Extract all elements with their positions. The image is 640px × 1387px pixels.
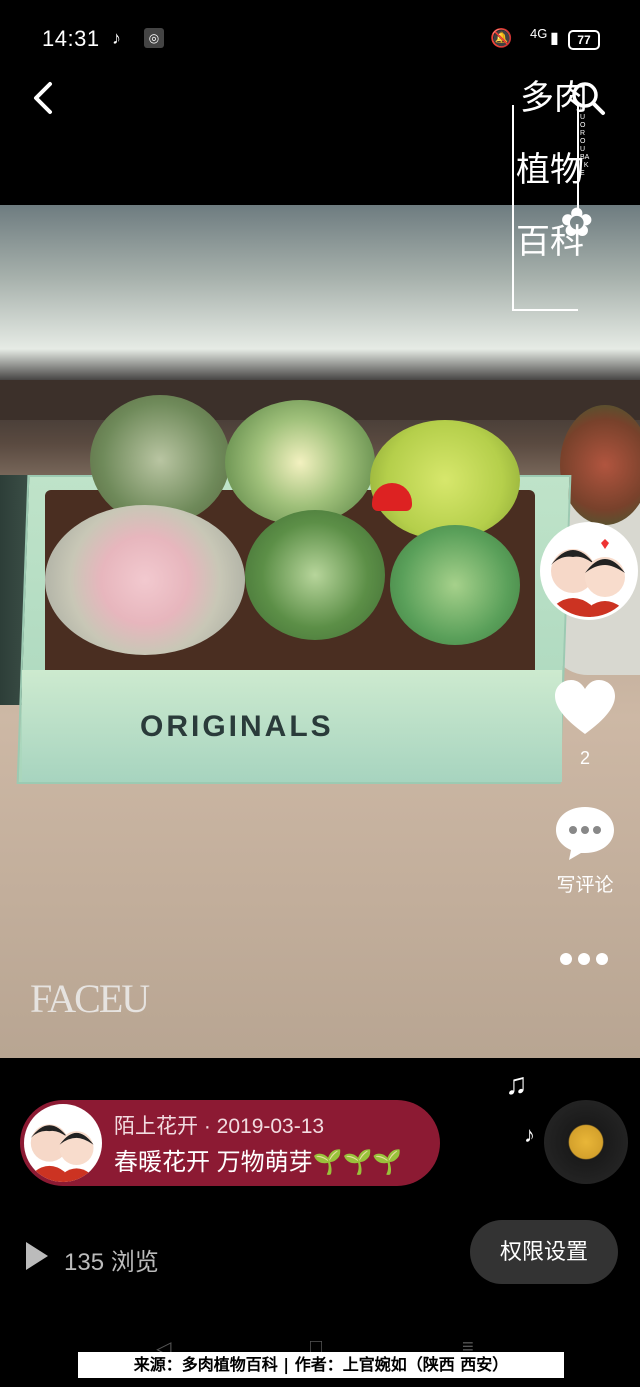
succulent-pink [45,505,245,655]
comment-bubble-icon [556,807,614,860]
music-note-icon: ♫ [505,1068,528,1101]
logo-pinyin: DUO ROU BAI KE [580,106,590,177]
author-avatar[interactable] [540,522,638,620]
battery-indicator: 77 [568,30,600,50]
logo-line-2: 植物 [516,150,584,190]
heart-icon [555,680,615,734]
succulent-yellow [370,420,520,540]
status-time: 14:31 [42,26,100,51]
faceu-watermark: FACEU [30,976,150,1021]
like-count: 2 [579,748,590,768]
signal-icon: ▮ [550,30,559,47]
source-caption: 来源：多肉植物百科 | 作者：上官婉如（陕西 西安） [78,1352,564,1378]
chevron-left-icon [34,82,52,114]
app-notification-icon: ◎ [144,28,164,48]
succulent [225,400,375,525]
more-options-button[interactable] [558,948,610,968]
post-photo[interactable]: ORIGINALS FACEU [0,205,640,1058]
mute-icon: 🔕 [490,28,513,48]
flower-icon: ✿ [560,201,594,245]
permission-settings-button[interactable]: 权限设置 [470,1220,618,1284]
comment-label[interactable]: 写评论 [545,870,625,897]
couple-avatar-icon [551,539,625,617]
couple-avatar-icon [30,1124,94,1182]
back-button[interactable] [28,78,62,118]
view-count: 135 浏览 [64,1249,159,1276]
like-button[interactable] [553,678,617,738]
music-disc-button[interactable] [544,1100,628,1184]
succulent [245,510,385,640]
network-label: 4G [530,26,548,41]
post-author-date: 陌上花开 · 2019-03-13 [114,1115,325,1138]
succulent-red [560,405,640,525]
music-note-icon: ♪ [524,1122,535,1147]
succulent [390,525,520,645]
search-icon [572,82,605,115]
comment-button[interactable] [553,803,617,863]
play-icon [26,1242,48,1270]
post-title: 春暖花开 万物萌芽🌱🌱🌱 [114,1149,403,1176]
tiktok-icon: ♪ [112,28,121,48]
pill-avatar[interactable] [24,1104,102,1182]
search-button[interactable] [570,80,606,116]
planter-brand-text: ORIGINALS [140,710,334,743]
ellipsis-icon [560,953,608,965]
status-bar: 14:31 ♪ ◎ 🔕 4G ▮ 77 [0,0,640,78]
